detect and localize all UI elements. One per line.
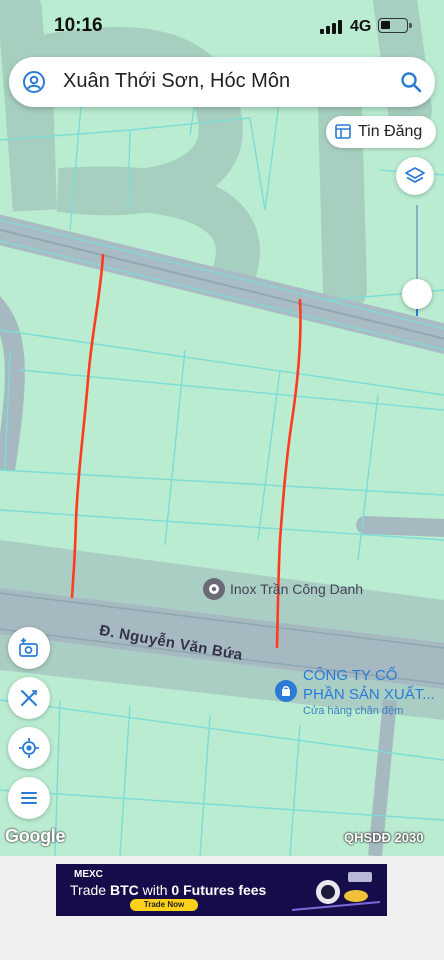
layers-icon [405, 167, 425, 183]
poi-pin-icon[interactable] [203, 578, 225, 600]
clock: 10:16 [54, 15, 103, 36]
overlay-label: QHSDĐ 2030 [344, 830, 424, 845]
add-photo-button[interactable] [8, 627, 50, 669]
left-boundary-line [70, 253, 105, 599]
camera-add-icon [19, 638, 38, 657]
ruler-pencil-icon [21, 690, 37, 706]
ad-cta-button[interactable]: Trade Now [130, 899, 198, 911]
poi-category-label: Cửa hàng chăn đệm [303, 705, 404, 717]
layers-button[interactable] [396, 157, 434, 195]
listing-icon [335, 124, 351, 139]
cellular-signal-icon [320, 20, 344, 34]
status-bar: 10:16 4G [0, 0, 444, 52]
search-query-text[interactable]: Xuân Thới Sơn, Hóc Môn [63, 70, 290, 93]
measure-tool-button[interactable] [8, 677, 50, 719]
listings-button-label: Tin Đăng [358, 123, 423, 140]
account-icon[interactable] [22, 70, 46, 94]
shopping-bag-pin-icon[interactable] [275, 680, 297, 702]
gps-icon [19, 738, 39, 758]
opacity-slider-thumb[interactable] [402, 279, 432, 309]
menu-button[interactable] [8, 777, 50, 819]
ad-astronaut-illustration [291, 872, 381, 911]
search-icon[interactable] [399, 70, 423, 94]
ad-headline: Trade BTC with 0 Futures fees [70, 882, 267, 898]
google-logo: Google [5, 826, 66, 846]
my-location-button[interactable] [8, 727, 50, 769]
poi-label-company-line1[interactable]: CÔNG TY CỔ [303, 667, 397, 684]
ad-banner[interactable]: MEXC Trade BTC with 0 Futures fees Trade… [56, 864, 387, 916]
hamburger-menu-icon [21, 792, 37, 804]
poi-label-company-line2[interactable]: PHẦN SẢN XUẤT... [303, 686, 435, 703]
battery-icon [378, 18, 412, 33]
search-bar[interactable]: Xuân Thới Sơn, Hóc Môn [9, 57, 435, 107]
network-type: 4G [350, 18, 372, 35]
ad-brand: MEXC [74, 869, 103, 880]
poi-label-inox[interactable]: Inox Trần Công Danh [230, 581, 363, 597]
listings-button[interactable]: Tin Đăng [326, 116, 436, 148]
